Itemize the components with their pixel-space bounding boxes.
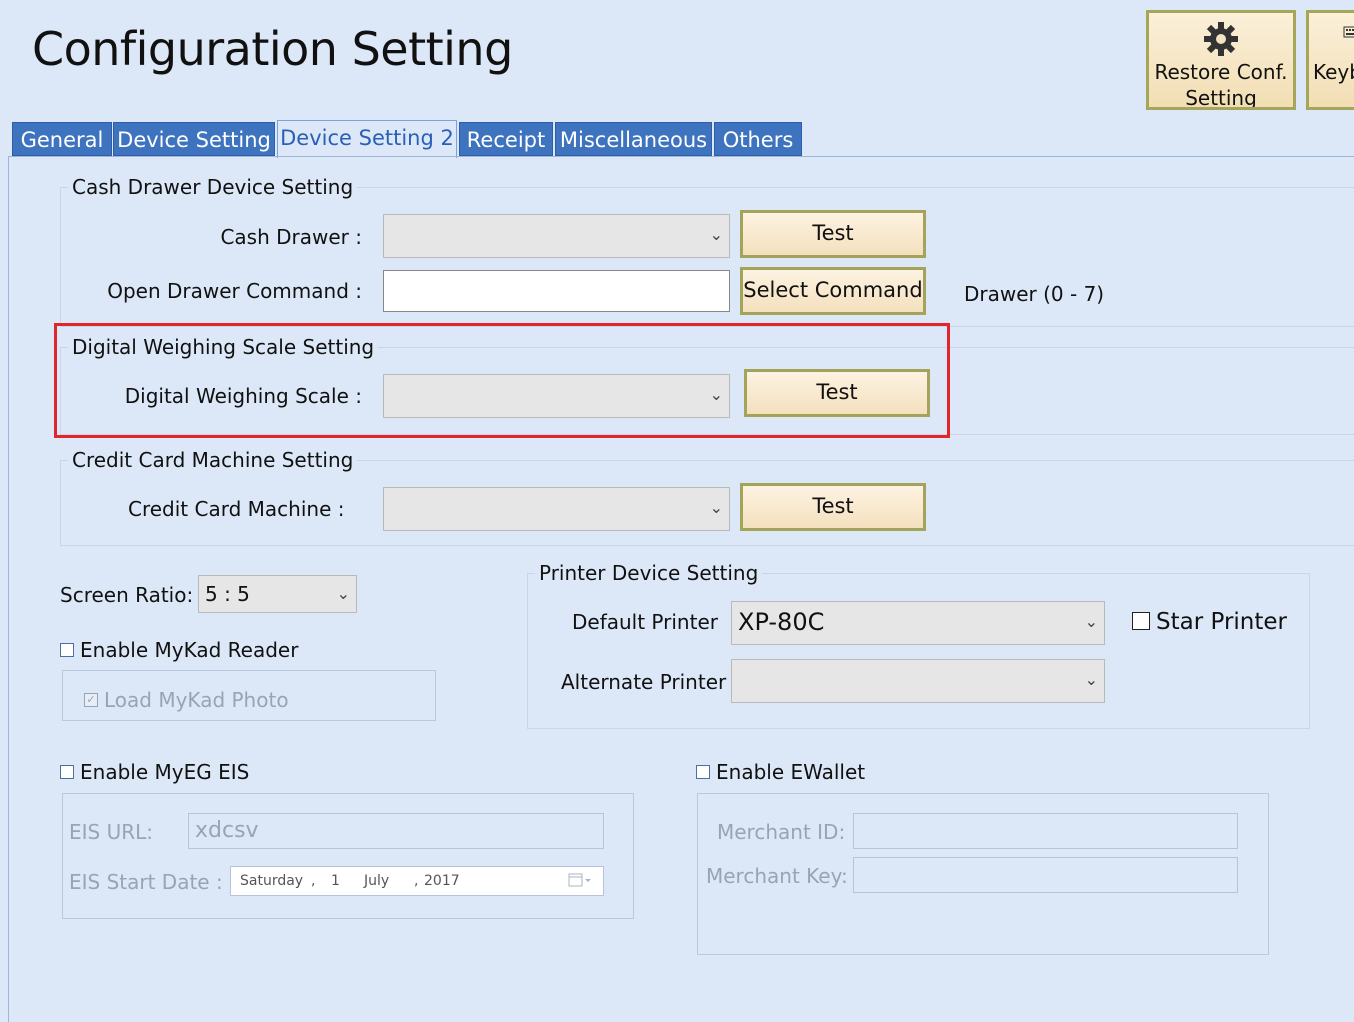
tab-others[interactable]: Others: [714, 122, 802, 156]
printer-group: [527, 573, 1310, 729]
checkbox-icon: [696, 764, 710, 779]
checkbox-icon: [1132, 611, 1150, 630]
open-drawer-command-label: Open Drawer Command :: [107, 279, 362, 303]
credit-card-label: Credit Card Machine :: [128, 497, 345, 521]
eis-start-date-picker[interactable]: Saturday , 1 July , 2017: [230, 866, 604, 896]
restore-conf-setting-button[interactable]: Restore Conf. Setting: [1146, 10, 1296, 110]
cash-drawer-legend: Cash Drawer Device Setting: [68, 175, 358, 199]
cash-drawer-label: Cash Drawer :: [220, 225, 362, 249]
keyboard-icon: [1313, 13, 1354, 59]
select-command-button[interactable]: Select Command: [740, 267, 926, 315]
checkbox-icon: [60, 642, 74, 657]
cash-drawer-select[interactable]: ⌄: [383, 214, 730, 258]
tab-device-setting-2[interactable]: Device Setting 2: [277, 120, 457, 158]
enable-ewallet-label: Enable EWallet: [716, 760, 866, 784]
credit-card-test-button[interactable]: Test: [740, 483, 926, 531]
chevron-down-icon: ⌄: [709, 225, 723, 244]
merchant-id-label: Merchant ID:: [717, 820, 846, 844]
weighing-scale-label: Digital Weighing Scale :: [124, 384, 362, 408]
alternate-printer-select[interactable]: ⌄: [731, 659, 1105, 703]
checkbox-icon: [60, 764, 74, 779]
enable-myeg-label: Enable MyEG EIS: [80, 760, 250, 784]
date-year: 2017: [424, 873, 460, 889]
load-mykad-photo-label: Load MyKad Photo: [104, 688, 289, 712]
eis-url-input[interactable]: xdcsv: [188, 813, 604, 849]
chevron-down-icon: ⌄: [336, 584, 350, 603]
chevron-down-icon: ⌄: [709, 498, 723, 517]
weighing-scale-select[interactable]: ⌄: [383, 374, 730, 418]
merchant-id-input[interactable]: [853, 813, 1238, 849]
myeg-options-box: [62, 793, 634, 919]
printer-legend: Printer Device Setting: [535, 561, 763, 585]
restore-label-line2: Setting: [1185, 86, 1257, 110]
screen-ratio-label: Screen Ratio:: [60, 583, 194, 607]
date-day: 1: [331, 873, 340, 889]
alternate-printer-label: Alternate Printer: [561, 670, 727, 694]
date-day-name: Saturday: [240, 873, 304, 889]
tab-receipt[interactable]: Receipt: [459, 122, 553, 156]
date-separator: ,: [311, 873, 316, 889]
tab-general[interactable]: General: [12, 122, 112, 156]
restore-label-line1: Restore Conf.: [1154, 60, 1288, 84]
chevron-down-icon: ⌄: [1084, 670, 1098, 689]
credit-card-select[interactable]: ⌄: [383, 487, 730, 531]
page-title: Configuration Setting: [32, 22, 513, 76]
default-printer-value: XP-80C: [738, 608, 825, 636]
default-printer-label: Default Printer: [572, 610, 718, 634]
enable-myeg-checkbox[interactable]: Enable MyEG EIS: [60, 760, 249, 784]
tab-miscellaneous[interactable]: Miscellaneous: [555, 122, 712, 156]
eis-start-date-label: EIS Start Date :: [69, 870, 223, 894]
enable-ewallet-checkbox[interactable]: Enable EWallet: [696, 760, 865, 784]
default-printer-select[interactable]: XP-80C ⌄: [731, 601, 1105, 645]
date-month: July: [364, 873, 390, 889]
drawer-range-text: Drawer (0 - 7): [964, 282, 1105, 306]
star-printer-label: Star Printer: [1156, 609, 1287, 635]
weighing-scale-test-button[interactable]: Test: [744, 369, 930, 417]
screen-ratio-value: 5 : 5: [205, 582, 250, 606]
calendar-icon: [567, 867, 593, 903]
merchant-key-input[interactable]: [853, 857, 1238, 893]
open-drawer-command-input[interactable]: [383, 270, 730, 312]
date-separator: ,: [414, 873, 419, 889]
weighing-scale-legend: Digital Weighing Scale Setting: [68, 335, 379, 359]
enable-mykad-label: Enable MyKad Reader: [80, 638, 299, 662]
eis-url-label: EIS URL:: [69, 820, 154, 844]
keyboard-button[interactable]: Keyb: [1306, 10, 1354, 110]
cash-drawer-test-button[interactable]: Test: [740, 210, 926, 258]
keyboard-label: Keyb: [1313, 60, 1354, 84]
merchant-key-label: Merchant Key:: [706, 864, 848, 888]
enable-mykad-checkbox[interactable]: Enable MyKad Reader: [60, 638, 298, 662]
load-mykad-photo-checkbox[interactable]: ✓ Load MyKad Photo: [84, 688, 289, 712]
star-printer-checkbox[interactable]: Star Printer: [1132, 609, 1287, 635]
checkbox-checked-icon: ✓: [84, 692, 98, 707]
chevron-down-icon: ⌄: [1084, 612, 1098, 631]
credit-card-legend: Credit Card Machine Setting: [68, 448, 358, 472]
gear-icon: [1149, 13, 1293, 59]
screen-ratio-select[interactable]: 5 : 5 ⌄: [198, 575, 357, 613]
chevron-down-icon: ⌄: [709, 385, 723, 404]
tab-device-setting[interactable]: Device Setting: [113, 122, 275, 156]
